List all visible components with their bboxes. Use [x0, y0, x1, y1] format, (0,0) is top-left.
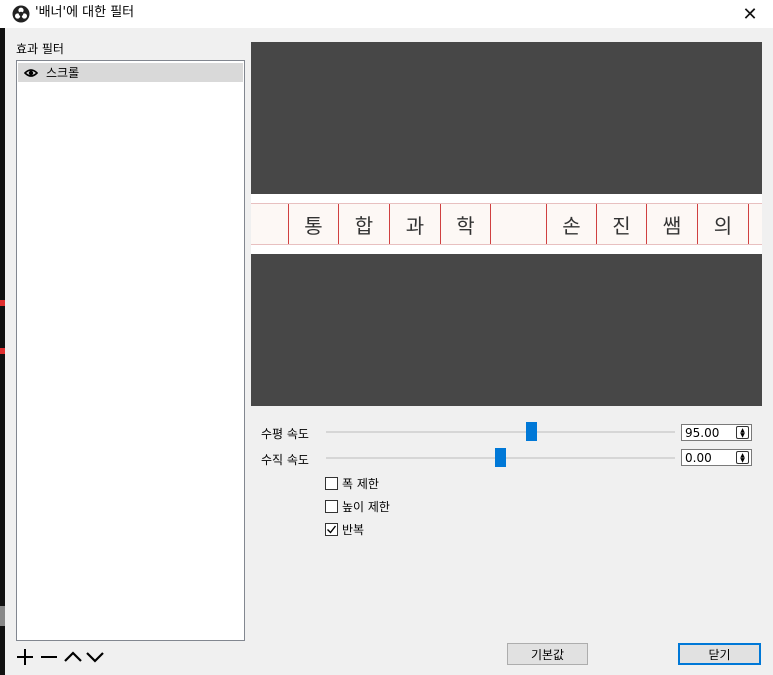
horizontal-speed-slider-thumb[interactable]	[526, 422, 538, 441]
filter-list[interactable]: 스크롤	[16, 60, 245, 641]
checkmark-icon	[327, 525, 337, 534]
banner-char: 의	[697, 204, 748, 244]
checkbox-label: 폭 제한	[342, 477, 379, 491]
checkbox-box[interactable]	[325, 523, 338, 536]
horizontal-speed-spinbox[interactable]: 95.00 ▲ ▼	[681, 424, 752, 441]
banner-char: 과	[389, 204, 440, 244]
checkbox-box[interactable]	[325, 500, 338, 513]
minus-icon[interactable]	[38, 646, 60, 668]
vertical-speed-value[interactable]: 0.00	[682, 451, 736, 465]
banner-char: 진	[596, 204, 646, 244]
title-bar: '배너'에 대한 필터 ✕	[0, 0, 773, 28]
filter-item-scroll[interactable]: 스크롤	[18, 63, 243, 82]
banner-char: 통	[288, 204, 338, 244]
banner-source: 통 합 과 학 손 진 쌤 의	[251, 194, 762, 254]
loop-checkbox[interactable]: 반복	[325, 521, 364, 538]
banner-char: 손	[546, 204, 596, 244]
effect-filters-label: 효과 필터	[16, 42, 64, 56]
filter-preview: 통 합 과 학 손 진 쌤 의	[251, 42, 762, 406]
limit-height-checkbox[interactable]: 높이 제한	[325, 498, 390, 515]
close-button[interactable]: 닫기	[678, 643, 761, 665]
checkbox-box[interactable]	[325, 477, 338, 490]
defaults-button[interactable]: 기본값	[507, 643, 588, 665]
vertical-speed-spinbox[interactable]: 0.00 ▲ ▼	[681, 449, 752, 466]
vertical-speed-slider-thumb[interactable]	[495, 448, 506, 467]
banner-char: 합	[338, 204, 389, 244]
filter-item-label: 스크롤	[46, 66, 80, 80]
spin-arrows-icon[interactable]: ▲ ▼	[736, 451, 749, 464]
banner-char	[748, 204, 762, 244]
checkbox-label: 높이 제한	[342, 500, 390, 514]
banner-char	[490, 204, 518, 244]
horizontal-speed-value[interactable]: 95.00	[682, 426, 736, 440]
spin-arrows-icon[interactable]: ▲ ▼	[736, 426, 749, 439]
close-icon[interactable]: ✕	[727, 0, 773, 28]
background-window-edge	[0, 26, 5, 675]
limit-width-checkbox[interactable]: 폭 제한	[325, 475, 379, 492]
banner-char: 쌤	[646, 204, 697, 244]
chevron-up-icon[interactable]	[62, 646, 84, 668]
checkbox-label: 반복	[342, 523, 365, 537]
horizontal-speed-label: 수평 속도	[261, 427, 309, 441]
window-title: '배너'에 대한 필터	[35, 5, 135, 20]
horizontal-speed-slider[interactable]	[326, 431, 675, 433]
filters-dialog: '배너'에 대한 필터 ✕ 효과 필터 스크롤 통 합 과 학 손 진 쌤 의 …	[0, 0, 773, 675]
obs-app-icon	[12, 5, 30, 23]
vertical-speed-label: 수직 속도	[261, 453, 309, 467]
plus-icon[interactable]	[14, 646, 36, 668]
eye-icon[interactable]	[24, 68, 38, 78]
banner-char: 학	[440, 204, 490, 244]
chevron-down-icon[interactable]	[84, 646, 106, 668]
